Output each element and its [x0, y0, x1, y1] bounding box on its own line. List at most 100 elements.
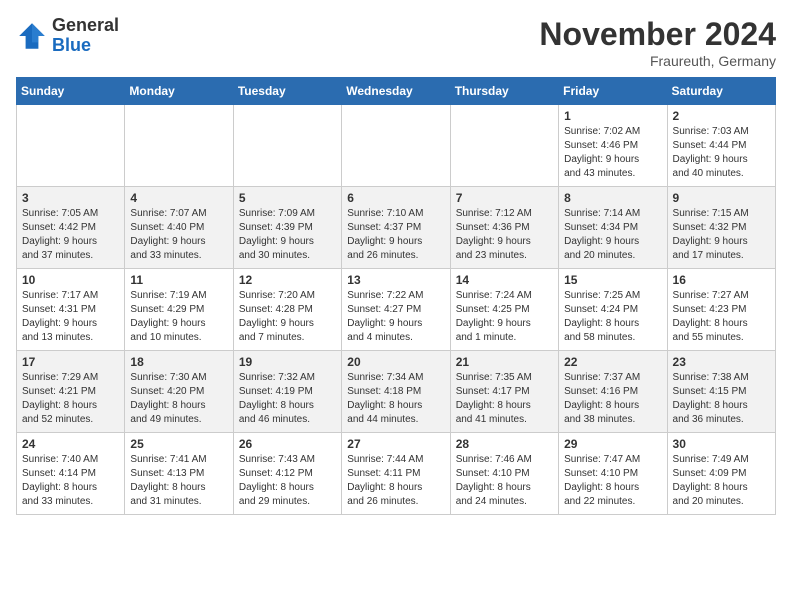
- calendar-cell: 16 Sunrise: 7:27 AM Sunset: 4:23 PM Dayli…: [667, 269, 775, 351]
- day-number: 16: [673, 273, 770, 287]
- day-number: 1: [564, 109, 661, 123]
- calendar-cell: [342, 105, 450, 187]
- calendar-cell: 4 Sunrise: 7:07 AM Sunset: 4:40 PM Daylig…: [125, 187, 233, 269]
- day-number: 18: [130, 355, 227, 369]
- calendar-cell: 21Sunrise: 7:35 AM Sunset: 4:17 PM Dayli…: [450, 351, 558, 433]
- day-number: 9: [673, 191, 770, 205]
- calendar-cell: 13 Sunrise: 7:22 AM Sunset: 4:27 PM Dayli…: [342, 269, 450, 351]
- calendar-header-row: SundayMondayTuesdayWednesdayThursdayFrid…: [17, 78, 776, 105]
- day-number: 8: [564, 191, 661, 205]
- day-number: 26: [239, 437, 336, 451]
- calendar-cell: [125, 105, 233, 187]
- calendar-week-row: 1 Sunrise: 7:02 AM Sunset: 4:46 PM Daylig…: [17, 105, 776, 187]
- day-info: Sunrise: 7:14 AM Sunset: 4:34 PM Dayligh…: [564, 207, 661, 263]
- day-info: Sunrise: 7:40 AM Sunset: 4:14 PM Dayligh…: [22, 453, 119, 509]
- day-number: 5: [239, 191, 336, 205]
- header-thursday: Thursday: [450, 78, 558, 105]
- calendar-cell: 8 Sunrise: 7:14 AM Sunset: 4:34 PM Daylig…: [559, 187, 667, 269]
- day-info: Sunrise: 7:25 AM Sunset: 4:24 PM Dayligh…: [564, 289, 661, 345]
- day-info: Sunrise: 7:22 AM Sunset: 4:27 PM Dayligh…: [347, 289, 444, 345]
- day-number: 21: [456, 355, 553, 369]
- day-number: 7: [456, 191, 553, 205]
- day-number: 15: [564, 273, 661, 287]
- calendar-cell: [450, 105, 558, 187]
- calendar-cell: [17, 105, 125, 187]
- header-saturday: Saturday: [667, 78, 775, 105]
- day-info: Sunrise: 7:05 AM Sunset: 4:42 PM Dayligh…: [22, 207, 119, 263]
- day-info: Sunrise: 7:09 AM Sunset: 4:39 PM Dayligh…: [239, 207, 336, 263]
- day-number: 17: [22, 355, 119, 369]
- day-info: Sunrise: 7:10 AM Sunset: 4:37 PM Dayligh…: [347, 207, 444, 263]
- calendar-cell: 22Sunrise: 7:37 AM Sunset: 4:16 PM Dayli…: [559, 351, 667, 433]
- day-info: Sunrise: 7:38 AM Sunset: 4:15 PM Dayligh…: [673, 371, 770, 427]
- day-number: 13: [347, 273, 444, 287]
- day-number: 12: [239, 273, 336, 287]
- day-number: 23: [673, 355, 770, 369]
- day-info: Sunrise: 7:34 AM Sunset: 4:18 PM Dayligh…: [347, 371, 444, 427]
- logo-blue: Blue: [52, 35, 91, 55]
- calendar-cell: 20 Sunrise: 7:34 AM Sunset: 4:18 PM Dayli…: [342, 351, 450, 433]
- day-number: 28: [456, 437, 553, 451]
- day-number: 14: [456, 273, 553, 287]
- location: Fraureuth, Germany: [539, 53, 776, 69]
- day-number: 24: [22, 437, 119, 451]
- day-number: 30: [673, 437, 770, 451]
- day-info: Sunrise: 7:07 AM Sunset: 4:40 PM Dayligh…: [130, 207, 227, 263]
- header-monday: Monday: [125, 78, 233, 105]
- day-number: 29: [564, 437, 661, 451]
- day-info: Sunrise: 7:15 AM Sunset: 4:32 PM Dayligh…: [673, 207, 770, 263]
- day-info: Sunrise: 7:12 AM Sunset: 4:36 PM Dayligh…: [456, 207, 553, 263]
- day-info: Sunrise: 7:20 AM Sunset: 4:28 PM Dayligh…: [239, 289, 336, 345]
- title-block: November 2024 Fraureuth, Germany: [539, 16, 776, 69]
- day-info: Sunrise: 7:46 AM Sunset: 4:10 PM Dayligh…: [456, 453, 553, 509]
- calendar-cell: 14 Sunrise: 7:24 AM Sunset: 4:25 PM Dayli…: [450, 269, 558, 351]
- day-number: 2: [673, 109, 770, 123]
- day-info: Sunrise: 7:44 AM Sunset: 4:11 PM Dayligh…: [347, 453, 444, 509]
- calendar-week-row: 10 Sunrise: 7:17 AM Sunset: 4:31 PM Dayli…: [17, 269, 776, 351]
- calendar-cell: 5 Sunrise: 7:09 AM Sunset: 4:39 PM Daylig…: [233, 187, 341, 269]
- calendar-cell: 6 Sunrise: 7:10 AM Sunset: 4:37 PM Daylig…: [342, 187, 450, 269]
- day-info: Sunrise: 7:29 AM Sunset: 4:21 PM Dayligh…: [22, 371, 119, 427]
- calendar-cell: 7 Sunrise: 7:12 AM Sunset: 4:36 PM Daylig…: [450, 187, 558, 269]
- calendar-cell: 11 Sunrise: 7:19 AM Sunset: 4:29 PM Dayli…: [125, 269, 233, 351]
- day-number: 11: [130, 273, 227, 287]
- calendar-cell: 17 Sunrise: 7:29 AM Sunset: 4:21 PM Dayli…: [17, 351, 125, 433]
- day-info: Sunrise: 7:32 AM Sunset: 4:19 PM Dayligh…: [239, 371, 336, 427]
- calendar-cell: 29 Sunrise: 7:47 AM Sunset: 4:10 PM Dayli…: [559, 433, 667, 515]
- day-number: 3: [22, 191, 119, 205]
- day-number: 19: [239, 355, 336, 369]
- day-info: Sunrise: 7:24 AM Sunset: 4:25 PM Dayligh…: [456, 289, 553, 345]
- day-number: 6: [347, 191, 444, 205]
- day-info: Sunrise: 7:02 AM Sunset: 4:46 PM Dayligh…: [564, 125, 661, 181]
- day-number: 4: [130, 191, 227, 205]
- calendar-cell: 2Sunrise: 7:03 AM Sunset: 4:44 PM Daylig…: [667, 105, 775, 187]
- day-number: 20: [347, 355, 444, 369]
- day-info: Sunrise: 7:43 AM Sunset: 4:12 PM Dayligh…: [239, 453, 336, 509]
- calendar-cell: 25Sunrise: 7:41 AM Sunset: 4:13 PM Dayli…: [125, 433, 233, 515]
- day-info: Sunrise: 7:17 AM Sunset: 4:31 PM Dayligh…: [22, 289, 119, 345]
- calendar-cell: 27Sunrise: 7:44 AM Sunset: 4:11 PM Dayli…: [342, 433, 450, 515]
- day-info: Sunrise: 7:19 AM Sunset: 4:29 PM Dayligh…: [130, 289, 227, 345]
- logo-icon: [16, 20, 48, 52]
- calendar-week-row: 24 Sunrise: 7:40 AM Sunset: 4:14 PM Dayli…: [17, 433, 776, 515]
- day-info: Sunrise: 7:27 AM Sunset: 4:23 PM Dayligh…: [673, 289, 770, 345]
- calendar-cell: 18 Sunrise: 7:30 AM Sunset: 4:20 PM Dayli…: [125, 351, 233, 433]
- day-number: 25: [130, 437, 227, 451]
- calendar-cell: 24 Sunrise: 7:40 AM Sunset: 4:14 PM Dayli…: [17, 433, 125, 515]
- calendar-cell: 28 Sunrise: 7:46 AM Sunset: 4:10 PM Dayli…: [450, 433, 558, 515]
- day-info: Sunrise: 7:49 AM Sunset: 4:09 PM Dayligh…: [673, 453, 770, 509]
- day-info: Sunrise: 7:30 AM Sunset: 4:20 PM Dayligh…: [130, 371, 227, 427]
- calendar-cell: 9 Sunrise: 7:15 AM Sunset: 4:32 PM Daylig…: [667, 187, 775, 269]
- day-number: 10: [22, 273, 119, 287]
- day-info: Sunrise: 7:47 AM Sunset: 4:10 PM Dayligh…: [564, 453, 661, 509]
- day-info: Sunrise: 7:37 AM Sunset: 4:16 PM Dayligh…: [564, 371, 661, 427]
- calendar-cell: 19 Sunrise: 7:32 AM Sunset: 4:19 PM Dayli…: [233, 351, 341, 433]
- calendar-cell: [233, 105, 341, 187]
- header-wednesday: Wednesday: [342, 78, 450, 105]
- calendar-cell: 30 Sunrise: 7:49 AM Sunset: 4:09 PM Dayli…: [667, 433, 775, 515]
- calendar-cell: 1 Sunrise: 7:02 AM Sunset: 4:46 PM Daylig…: [559, 105, 667, 187]
- page-header: General Blue November 2024 Fraureuth, Ge…: [16, 16, 776, 69]
- logo: General Blue: [16, 16, 119, 56]
- month-title: November 2024: [539, 16, 776, 53]
- header-sunday: Sunday: [17, 78, 125, 105]
